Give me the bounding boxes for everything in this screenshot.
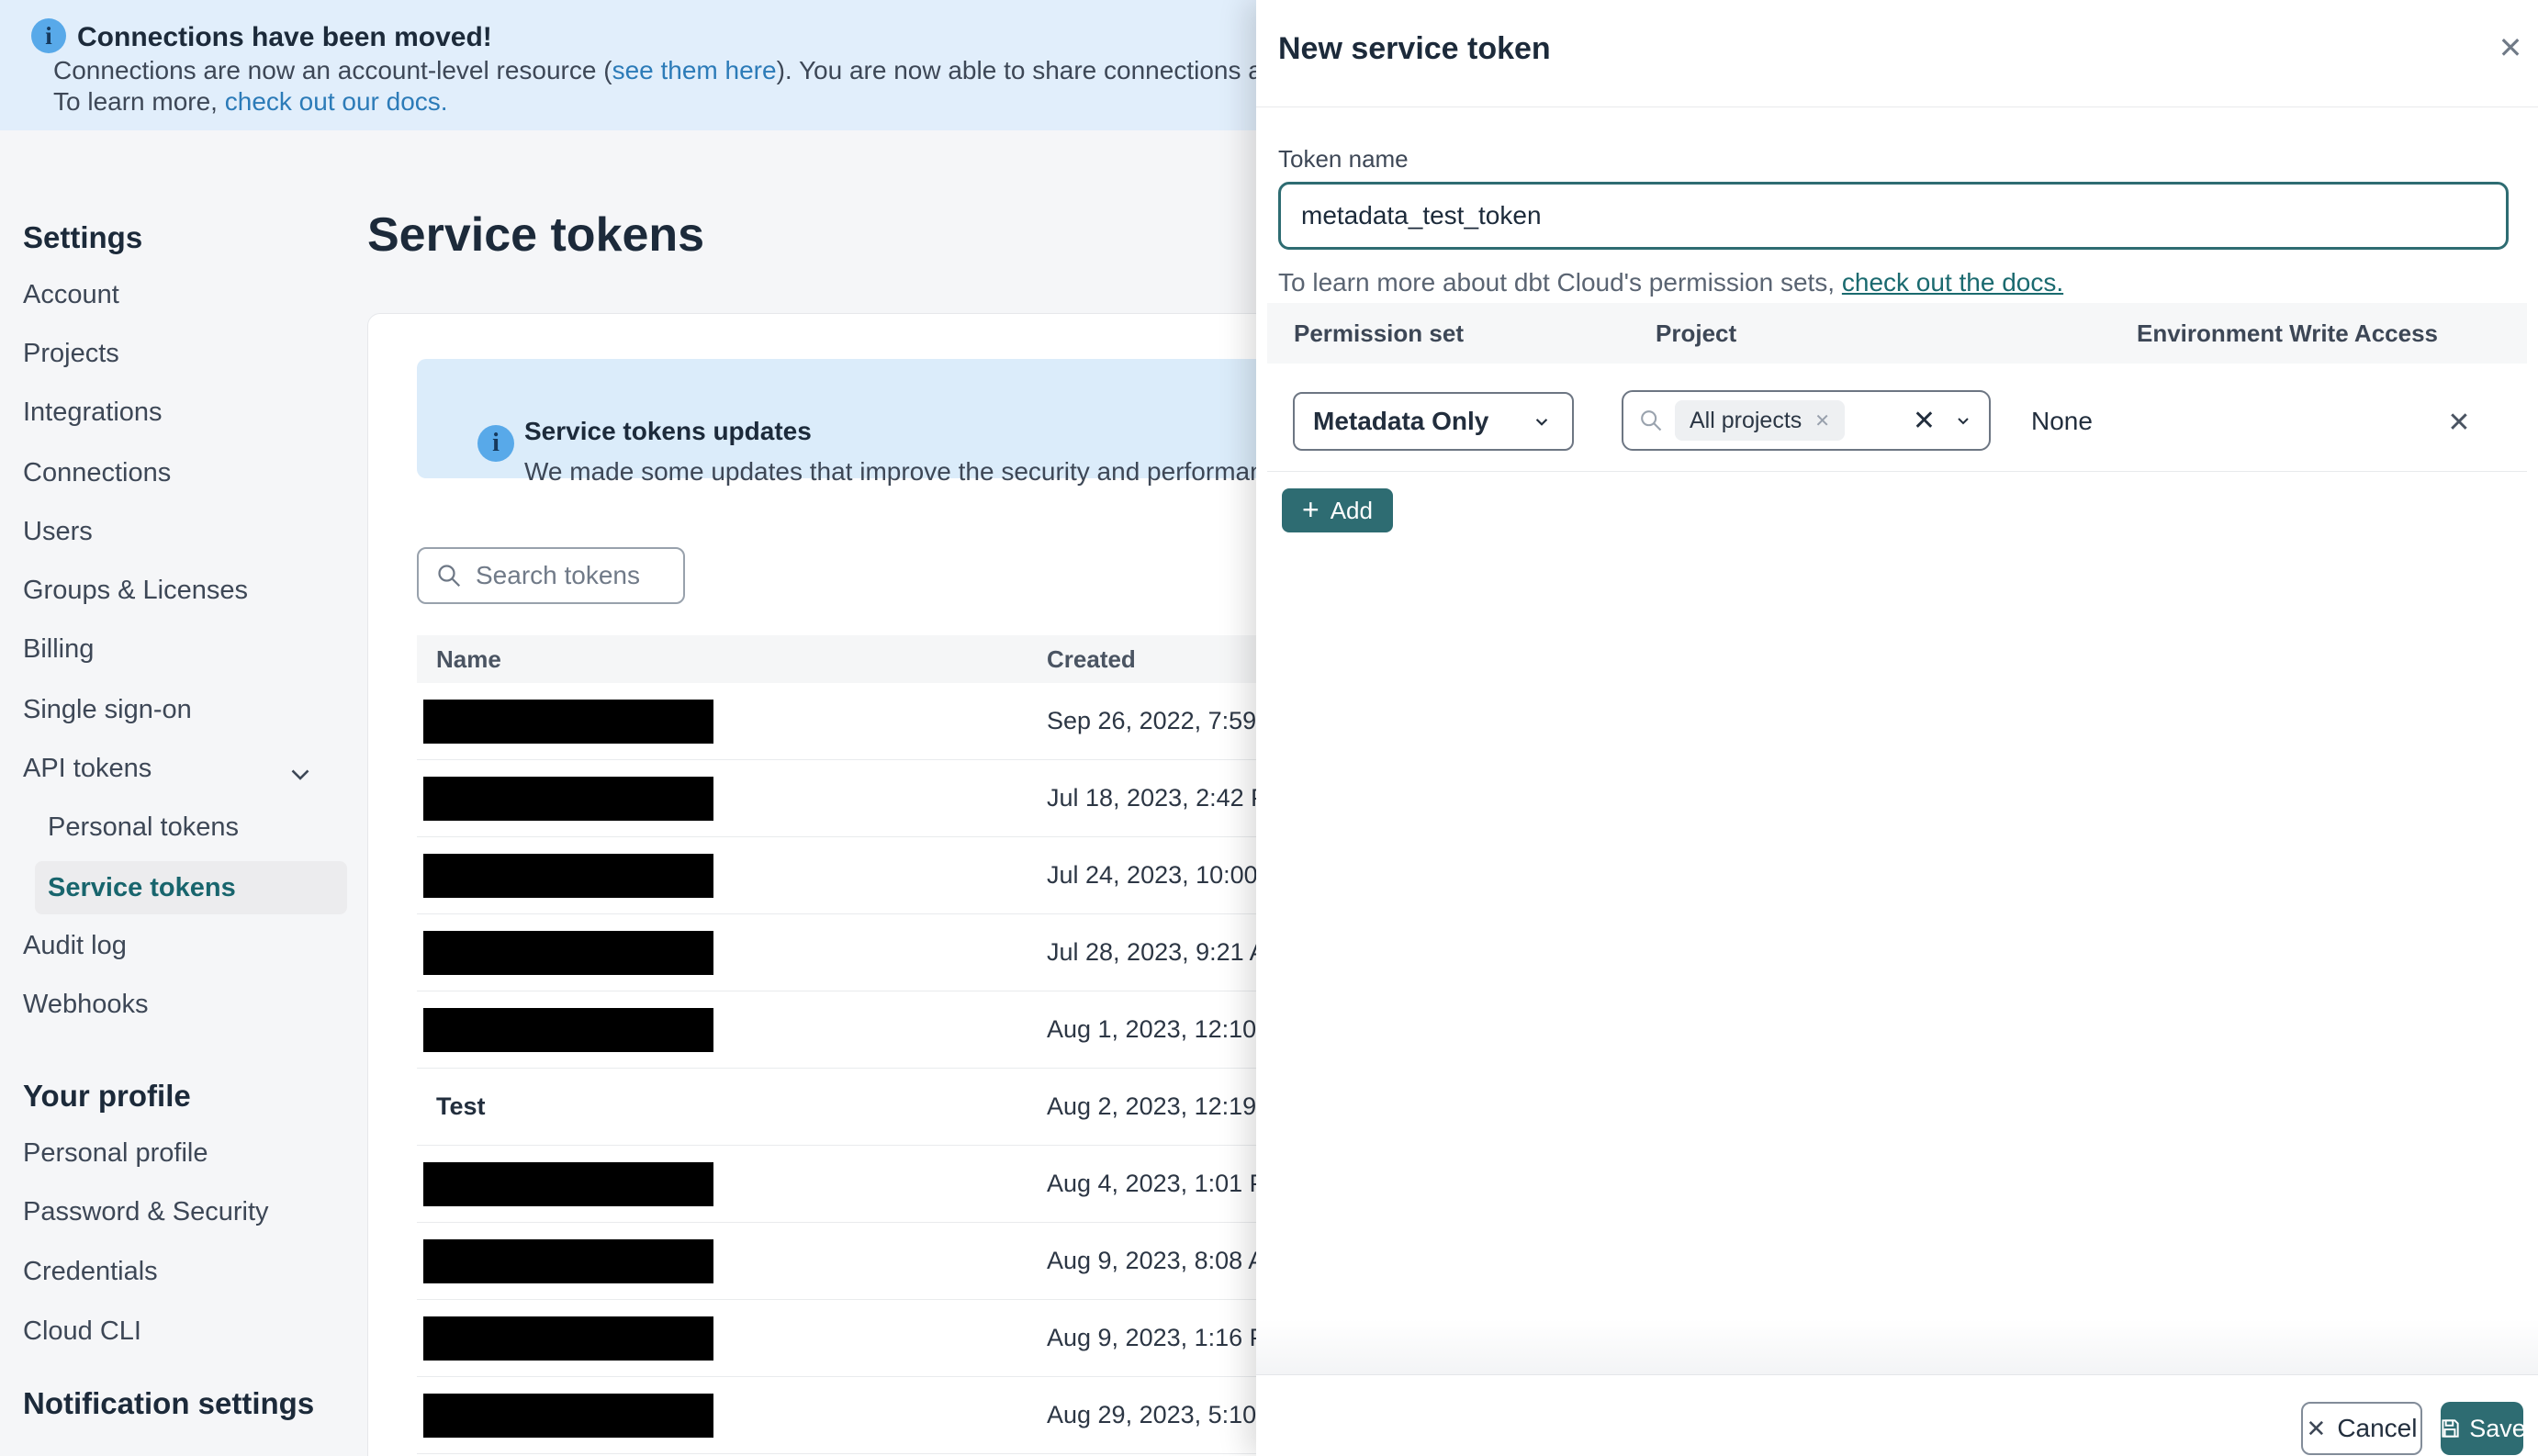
sidebar-item-billing[interactable]: Billing: [23, 631, 94, 667]
sidebar-item-personal-profile[interactable]: Personal profile: [23, 1135, 208, 1171]
sidebar-item-service-tokens[interactable]: Service tokens: [48, 869, 236, 906]
sidebar-item-password-security[interactable]: Password & Security: [23, 1193, 269, 1230]
chevron-down-icon[interactable]: [1952, 409, 1974, 431]
redacted-name: [423, 1239, 713, 1283]
sidebar-item-connections[interactable]: Connections: [23, 454, 171, 491]
permission-docs-caption: To learn more about dbt Cloud's permissi…: [1278, 268, 2063, 297]
permission-set-select[interactable]: Metadata Only: [1293, 392, 1574, 451]
chevron-down-icon: [1530, 409, 1554, 433]
project-multiselect[interactable]: All projects ✕ ✕: [1622, 390, 1991, 451]
remove-row-icon[interactable]: ✕: [2439, 402, 2479, 442]
sidebar-item-account[interactable]: Account: [23, 276, 119, 313]
banner-text-line2: To learn more, check out our docs.: [53, 87, 448, 117]
info-icon: i: [31, 18, 66, 53]
sidebar-item-audit-log[interactable]: Audit log: [23, 927, 127, 964]
redacted-name: [423, 854, 713, 898]
settings-heading: Settings: [23, 220, 143, 254]
add-permission-button[interactable]: + Add: [1282, 488, 1393, 532]
docs-caption-text: To learn more about dbt Cloud's permissi…: [1278, 268, 1842, 297]
chevron-down-icon[interactable]: [285, 758, 316, 790]
close-icon: ✕: [2306, 1414, 2327, 1442]
updates-banner-title: Service tokens updates: [524, 417, 812, 445]
banner-line1-pre: Connections are now an account-level res…: [53, 56, 612, 84]
sidebar-item-integrations[interactable]: Integrations: [23, 394, 163, 431]
sidebar-item-webhooks[interactable]: Webhooks: [23, 986, 149, 1023]
redacted-name: [423, 1162, 713, 1206]
name-column-header: Name: [436, 645, 501, 673]
env-write-access-value: None: [2031, 407, 2093, 435]
created-column-header: Created: [1047, 645, 1136, 673]
sidebar-item-credentials[interactable]: Credentials: [23, 1253, 158, 1290]
save-button[interactable]: Save: [2438, 1402, 2526, 1455]
save-button-label: Save: [2469, 1414, 2526, 1442]
token-name-label: Token name: [1278, 145, 1409, 173]
chip-remove-icon[interactable]: ✕: [1814, 409, 1830, 432]
check-out-docs-link[interactable]: check out the docs.: [1842, 268, 2063, 297]
cancel-button-label: Cancel: [2337, 1414, 2418, 1442]
plus-icon: +: [1302, 492, 1320, 526]
drawer-footer: ✕ Cancel Save: [1256, 1374, 2538, 1456]
chip-label: All projects: [1690, 407, 1802, 433]
permission-set-column-header: Permission set: [1294, 319, 1464, 347]
sidebar-item-groups-licenses[interactable]: Groups & Licenses: [23, 572, 248, 609]
search-tokens-input[interactable]: [476, 561, 678, 590]
info-icon: i: [477, 425, 514, 462]
footer-scroll-fade: [1256, 1319, 2538, 1374]
token-name-input[interactable]: [1278, 182, 2509, 250]
redacted-name: [423, 1008, 713, 1052]
search-icon: [1638, 408, 1664, 433]
app-window: i Connections have been moved! Connectio…: [0, 0, 2538, 1456]
clear-selection-icon[interactable]: ✕: [1913, 405, 1936, 437]
close-icon[interactable]: ✕: [2490, 28, 2531, 68]
sidebar-item-single-sign-on[interactable]: Single sign-on: [23, 691, 192, 728]
banner-line2-pre: To learn more,: [53, 87, 225, 116]
sidebar-item-cloud-cli[interactable]: Cloud CLI: [23, 1313, 141, 1350]
permissions-table-header: Permission set Project Environment Write…: [1267, 303, 2527, 364]
all-projects-chip[interactable]: All projects ✕: [1675, 400, 1846, 441]
sidebar-item-personal-tokens[interactable]: Personal tokens: [48, 809, 239, 846]
drawer-title: New service token: [1278, 31, 1551, 66]
sidebar-item-users[interactable]: Users: [23, 513, 93, 550]
check-docs-link[interactable]: check out our docs.: [225, 87, 448, 116]
add-button-label: Add: [1330, 496, 1373, 524]
redacted-name: [423, 931, 713, 975]
permission-row-divider: [1267, 471, 2527, 472]
search-tokens-box[interactable]: [417, 547, 685, 604]
token-name-cell: Test: [436, 1092, 486, 1120]
search-icon: [435, 562, 463, 589]
sidebar-item-projects[interactable]: Projects: [23, 335, 119, 372]
env-write-access-column-header: Environment Write Access: [2137, 319, 2438, 347]
permission-set-value: Metadata Only: [1313, 407, 1489, 435]
redacted-name: [423, 1394, 713, 1438]
redacted-name: [423, 1316, 713, 1361]
sidebar-item-api-tokens[interactable]: API tokens: [23, 750, 152, 787]
project-column-header: Project: [1656, 319, 1737, 347]
page-title: Service tokens: [367, 208, 705, 262]
see-them-here-link[interactable]: see them here: [612, 56, 777, 84]
drawer-header-divider: [1256, 106, 2538, 107]
notification-settings-heading: Notification settings: [23, 1386, 315, 1420]
redacted-name: [423, 700, 713, 744]
cancel-button[interactable]: ✕ Cancel: [2301, 1402, 2422, 1455]
your-profile-heading: Your profile: [23, 1079, 191, 1113]
new-service-token-drawer: New service token ✕ Token name To learn …: [1256, 0, 2538, 1456]
redacted-name: [423, 777, 713, 821]
banner-title: Connections have been moved!: [77, 22, 492, 52]
save-icon: [2438, 1417, 2462, 1440]
